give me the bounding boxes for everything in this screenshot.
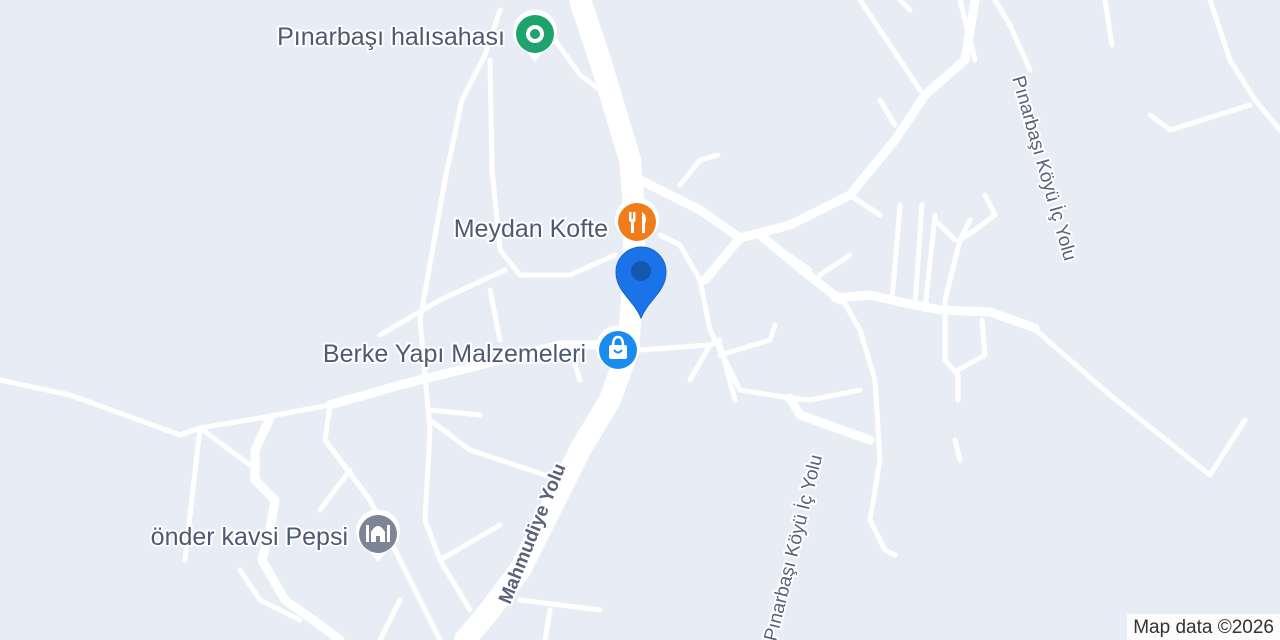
poi-label: Pınarbaşı halısahası	[277, 23, 505, 51]
map-attribution: Map data ©2026	[1127, 614, 1280, 640]
map-canvas[interactable]: Mahmudiye Yolu Pınarbaşı Köyü İç Yolu Pı…	[0, 0, 1280, 640]
poi-label: önder kavsi Pepsi	[151, 523, 348, 551]
poi-label: Meydan Kofte	[454, 215, 608, 243]
poi-label: Berke Yapı Malzemeleri	[323, 340, 586, 368]
